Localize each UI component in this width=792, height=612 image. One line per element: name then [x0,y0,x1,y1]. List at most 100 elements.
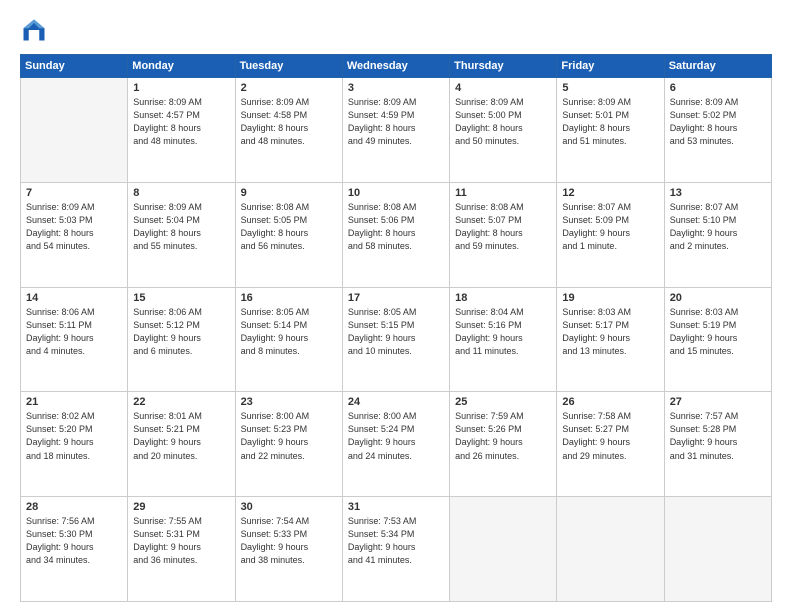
week-row-1: 1Sunrise: 8:09 AM Sunset: 4:57 PM Daylig… [21,78,772,183]
day-number: 15 [133,292,229,304]
day-info: Sunrise: 8:09 AM Sunset: 5:00 PM Dayligh… [455,96,551,148]
page: SundayMondayTuesdayWednesdayThursdayFrid… [0,0,792,612]
logo [20,16,52,44]
day-info: Sunrise: 8:08 AM Sunset: 5:07 PM Dayligh… [455,201,551,253]
day-cell [664,497,771,602]
weekday-header-thursday: Thursday [450,55,557,78]
week-row-2: 7 Sunrise: 8:09 AM Sunset: 5:03 PM Daylig… [21,182,772,287]
day-cell: 19Sunrise: 8:03 AM Sunset: 5:17 PM Dayli… [557,287,664,392]
day-cell: 26 Sunrise: 7:58 AM Sunset: 5:27 PM Dayli… [557,392,664,497]
day-number: 13 [670,187,766,199]
day-cell: 21 Sunrise: 8:02 AM Sunset: 5:20 PM Dayli… [21,392,128,497]
day-number: 26 [562,396,658,408]
day-info: Sunrise: 8:03 AM Sunset: 5:19 PM Dayligh… [670,306,766,358]
day-number: 14 [26,292,122,304]
week-row-3: 14 Sunrise: 8:06 AM Sunset: 5:11 PM Dayli… [21,287,772,392]
day-cell: 17 Sunrise: 8:05 AM Sunset: 5:15 PM Dayli… [342,287,449,392]
day-number: 1 [133,82,229,94]
logo-icon [20,16,48,44]
day-number: 25 [455,396,551,408]
weekday-header-saturday: Saturday [664,55,771,78]
day-cell [450,497,557,602]
day-number: 19 [562,292,658,304]
day-cell: 28 Sunrise: 7:56 AM Sunset: 5:30 PM Dayli… [21,497,128,602]
day-info: Sunrise: 7:54 AM Sunset: 5:33 PM Dayligh… [241,515,337,567]
day-number: 28 [26,501,122,513]
week-row-4: 21 Sunrise: 8:02 AM Sunset: 5:20 PM Dayli… [21,392,772,497]
day-number: 18 [455,292,551,304]
day-cell: 11 Sunrise: 8:08 AM Sunset: 5:07 PM Dayli… [450,182,557,287]
day-number: 22 [133,396,229,408]
day-number: 31 [348,501,444,513]
day-info: Sunrise: 8:08 AM Sunset: 5:05 PM Dayligh… [241,201,337,253]
day-info: Sunrise: 8:00 AM Sunset: 5:23 PM Dayligh… [241,410,337,462]
day-info: Sunrise: 8:09 AM Sunset: 5:04 PM Dayligh… [133,201,229,253]
day-cell [557,497,664,602]
day-cell: 1Sunrise: 8:09 AM Sunset: 4:57 PM Daylig… [128,78,235,183]
day-info: Sunrise: 7:55 AM Sunset: 5:31 PM Dayligh… [133,515,229,567]
day-info: Sunrise: 8:09 AM Sunset: 4:58 PM Dayligh… [241,96,337,148]
day-number: 8 [133,187,229,199]
day-cell: 13 Sunrise: 8:07 AM Sunset: 5:10 PM Dayli… [664,182,771,287]
day-cell: 3 Sunrise: 8:09 AM Sunset: 4:59 PM Daylig… [342,78,449,183]
day-cell: 27 Sunrise: 7:57 AM Sunset: 5:28 PM Dayli… [664,392,771,497]
day-cell: 5Sunrise: 8:09 AM Sunset: 5:01 PM Daylig… [557,78,664,183]
day-info: Sunrise: 8:07 AM Sunset: 5:10 PM Dayligh… [670,201,766,253]
day-cell: 25 Sunrise: 7:59 AM Sunset: 5:26 PM Dayli… [450,392,557,497]
day-number: 29 [133,501,229,513]
day-info: Sunrise: 7:57 AM Sunset: 5:28 PM Dayligh… [670,410,766,462]
day-number: 10 [348,187,444,199]
day-cell: 24 Sunrise: 8:00 AM Sunset: 5:24 PM Dayli… [342,392,449,497]
day-number: 7 [26,187,122,199]
day-cell: 18 Sunrise: 8:04 AM Sunset: 5:16 PM Dayli… [450,287,557,392]
day-info: Sunrise: 7:59 AM Sunset: 5:26 PM Dayligh… [455,410,551,462]
day-number: 17 [348,292,444,304]
day-cell: 20 Sunrise: 8:03 AM Sunset: 5:19 PM Dayli… [664,287,771,392]
day-number: 30 [241,501,337,513]
day-cell: 9 Sunrise: 8:08 AM Sunset: 5:05 PM Daylig… [235,182,342,287]
day-info: Sunrise: 7:53 AM Sunset: 5:34 PM Dayligh… [348,515,444,567]
day-number: 4 [455,82,551,94]
day-info: Sunrise: 8:00 AM Sunset: 5:24 PM Dayligh… [348,410,444,462]
day-cell: 29 Sunrise: 7:55 AM Sunset: 5:31 PM Dayli… [128,497,235,602]
day-info: Sunrise: 8:08 AM Sunset: 5:06 PM Dayligh… [348,201,444,253]
day-number: 24 [348,396,444,408]
day-info: Sunrise: 7:56 AM Sunset: 5:30 PM Dayligh… [26,515,122,567]
day-cell: 23 Sunrise: 8:00 AM Sunset: 5:23 PM Dayli… [235,392,342,497]
weekday-header-monday: Monday [128,55,235,78]
day-cell: 31 Sunrise: 7:53 AM Sunset: 5:34 PM Dayli… [342,497,449,602]
weekday-header-wednesday: Wednesday [342,55,449,78]
day-info: Sunrise: 8:09 AM Sunset: 5:03 PM Dayligh… [26,201,122,253]
day-number: 23 [241,396,337,408]
day-number: 16 [241,292,337,304]
day-info: Sunrise: 8:07 AM Sunset: 5:09 PM Dayligh… [562,201,658,253]
day-cell: 12Sunrise: 8:07 AM Sunset: 5:09 PM Dayli… [557,182,664,287]
day-number: 3 [348,82,444,94]
day-number: 21 [26,396,122,408]
day-number: 20 [670,292,766,304]
day-cell: 4 Sunrise: 8:09 AM Sunset: 5:00 PM Daylig… [450,78,557,183]
day-number: 9 [241,187,337,199]
day-number: 5 [562,82,658,94]
day-cell: 16 Sunrise: 8:05 AM Sunset: 5:14 PM Dayli… [235,287,342,392]
day-info: Sunrise: 8:05 AM Sunset: 5:14 PM Dayligh… [241,306,337,358]
header [20,16,772,44]
day-number: 11 [455,187,551,199]
day-info: Sunrise: 8:04 AM Sunset: 5:16 PM Dayligh… [455,306,551,358]
day-cell: 30 Sunrise: 7:54 AM Sunset: 5:33 PM Dayli… [235,497,342,602]
day-cell: 8 Sunrise: 8:09 AM Sunset: 5:04 PM Daylig… [128,182,235,287]
day-cell: 22Sunrise: 8:01 AM Sunset: 5:21 PM Dayli… [128,392,235,497]
day-info: Sunrise: 8:09 AM Sunset: 4:59 PM Dayligh… [348,96,444,148]
day-number: 2 [241,82,337,94]
day-info: Sunrise: 8:06 AM Sunset: 5:11 PM Dayligh… [26,306,122,358]
day-cell: 2 Sunrise: 8:09 AM Sunset: 4:58 PM Daylig… [235,78,342,183]
calendar-table: SundayMondayTuesdayWednesdayThursdayFrid… [20,54,772,602]
day-cell: 15Sunrise: 8:06 AM Sunset: 5:12 PM Dayli… [128,287,235,392]
day-info: Sunrise: 8:05 AM Sunset: 5:15 PM Dayligh… [348,306,444,358]
day-info: Sunrise: 8:02 AM Sunset: 5:20 PM Dayligh… [26,410,122,462]
week-row-5: 28 Sunrise: 7:56 AM Sunset: 5:30 PM Dayli… [21,497,772,602]
day-cell: 14 Sunrise: 8:06 AM Sunset: 5:11 PM Dayli… [21,287,128,392]
weekday-header-row: SundayMondayTuesdayWednesdayThursdayFrid… [21,55,772,78]
day-number: 27 [670,396,766,408]
day-info: Sunrise: 7:58 AM Sunset: 5:27 PM Dayligh… [562,410,658,462]
